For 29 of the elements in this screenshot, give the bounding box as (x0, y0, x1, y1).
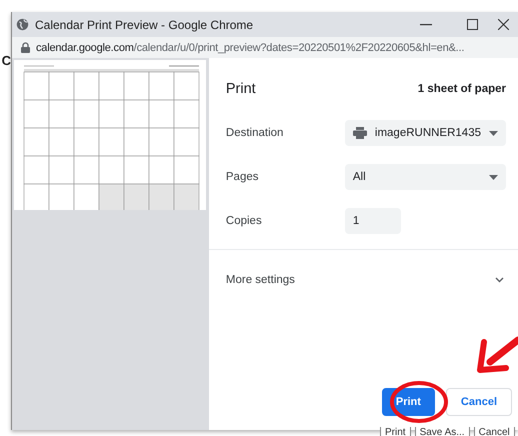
sheet-count: 1 sheet of paper (418, 83, 506, 95)
print-button[interactable]: Print (382, 388, 435, 416)
copies-field[interactable]: 1 (344, 208, 401, 234)
select-field[interactable]: All (344, 164, 506, 190)
page-button[interactable]: Print (380, 427, 411, 436)
maximize-icon (466, 19, 478, 30)
close-icon (498, 19, 509, 30)
chevron-icon (495, 277, 504, 283)
setting-label: Copies (226, 215, 263, 227)
page-button[interactable]: Cancel (474, 427, 515, 436)
minimize-icon (420, 24, 432, 26)
lock-icon (21, 42, 30, 53)
globe-icon (16, 18, 29, 31)
background-letter: C (2, 54, 11, 70)
url-host: calendar.google.com (36, 42, 134, 54)
page-button[interactable]: Save As... (414, 427, 470, 436)
dropdown-icon (489, 174, 498, 180)
setting-label: Destination (226, 127, 284, 139)
setting-label: Pages (226, 171, 260, 183)
dropdown-icon (489, 130, 498, 136)
annotation-arrow (477, 336, 518, 373)
address-bar[interactable]: calendar.google.com/calendar/u/0/print_preview?dates=20220501%2F20220605&hl=en&... (12, 37, 518, 58)
printer-icon (352, 127, 367, 139)
url-path: /calendar/u/0/print_preview?dates=20220501%2F20220605&hl=en&... (134, 42, 464, 54)
window-title: Calendar Print Preview - Google Chrome (35, 18, 254, 32)
select-field[interactable]: imageRUNNER1435 (344, 120, 506, 146)
print-title: Print (226, 81, 256, 97)
cancel-button[interactable]: Cancel (446, 388, 512, 416)
annotation-circle (390, 381, 448, 423)
